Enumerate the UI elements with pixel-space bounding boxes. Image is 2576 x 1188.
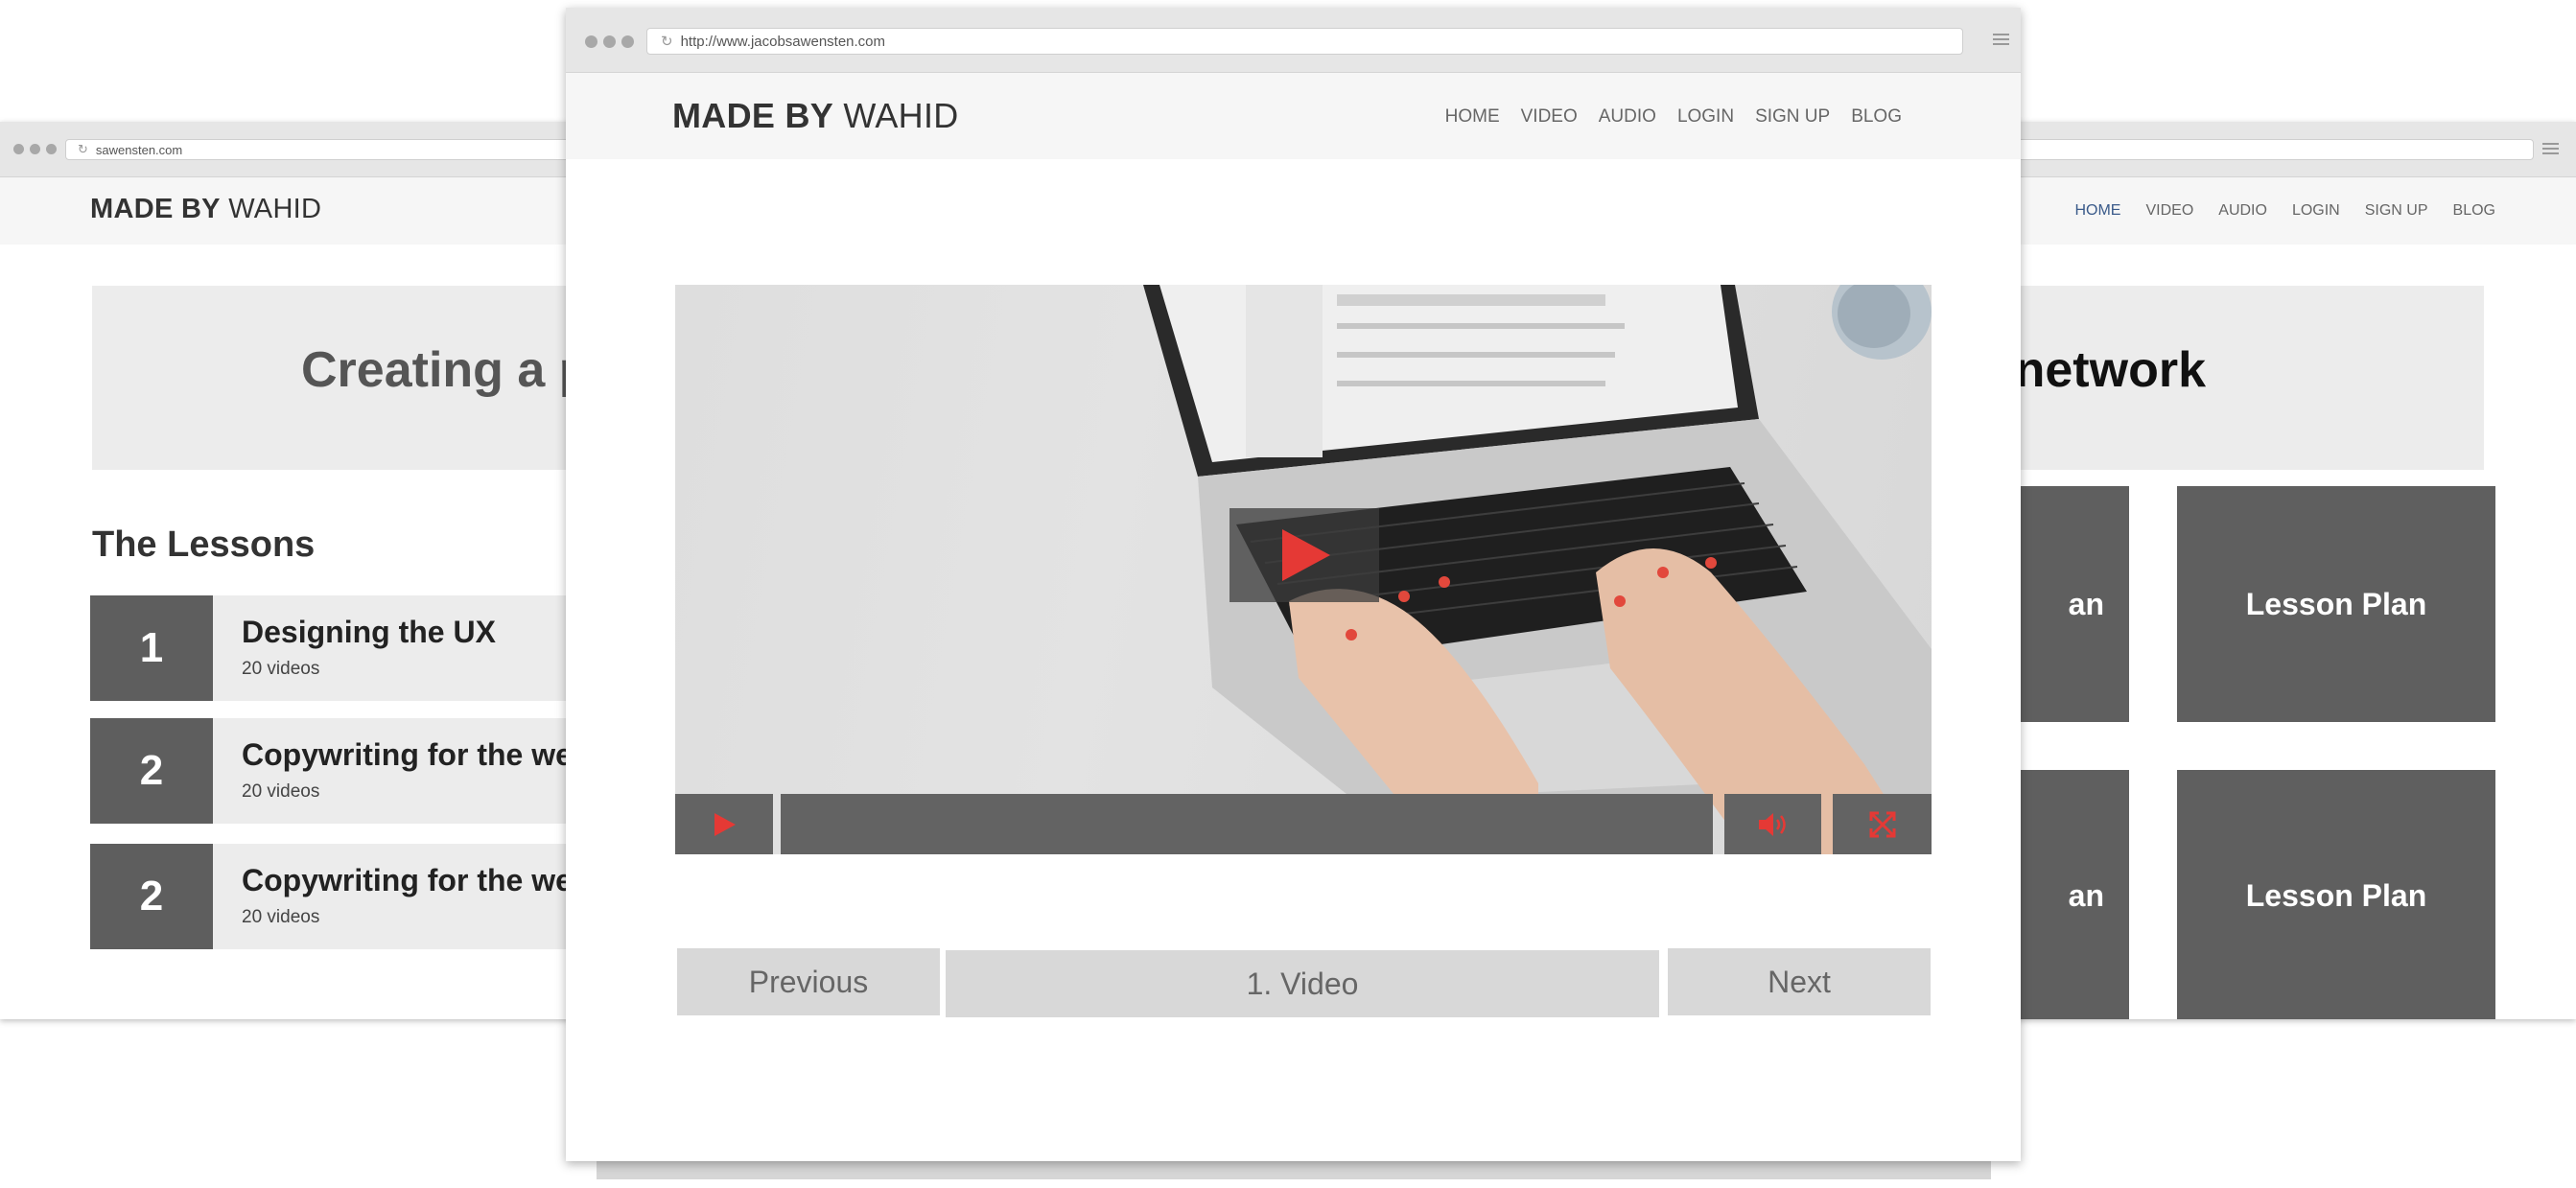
play-icon — [714, 812, 736, 836]
window-controls[interactable] — [585, 35, 634, 48]
nav-video[interactable]: VIDEO — [1521, 106, 1578, 128]
fullscreen-icon — [1869, 811, 1895, 837]
fullscreen-button[interactable] — [1833, 794, 1932, 854]
lessons-heading: The Lessons — [92, 524, 316, 565]
nav-video[interactable]: VIDEO — [2145, 202, 2193, 220]
nav-login[interactable]: LOGIN — [2292, 202, 2340, 220]
lesson-title: Copywriting for the we — [242, 737, 573, 772]
address-bar[interactable]: ↻ http://www.jacobsawensten.com — [646, 28, 1963, 55]
url-text: sawensten.com — [95, 142, 183, 157]
lesson-plan-label: an — [2068, 586, 2104, 621]
current-video-label: 1. Video — [946, 950, 1659, 1017]
lesson-title: Copywriting for the we — [242, 863, 573, 897]
reload-icon[interactable]: ↻ — [78, 142, 88, 157]
lesson-number: 1 — [90, 595, 213, 701]
nav-audio[interactable]: AUDIO — [2218, 202, 2267, 220]
play-button[interactable] — [675, 794, 773, 854]
main-nav: HOME VIDEO AUDIO LOGIN SIGN UP BLOG — [1445, 106, 1902, 128]
browser-menu-icon[interactable] — [2542, 143, 2559, 154]
lesson-plan-card[interactable]: Lesson Plan — [2177, 486, 2495, 722]
nav-home[interactable]: HOME — [2074, 202, 2120, 220]
nav-blog[interactable]: BLOG — [2453, 202, 2495, 220]
play-icon — [1282, 529, 1330, 581]
site-header: MADE BY WAHID HOME VIDEO AUDIO LOGIN SIG… — [566, 73, 2021, 159]
lesson-number: 2 — [90, 844, 213, 949]
site-logo[interactable]: MADE BY WAHID — [672, 96, 959, 136]
progress-bar[interactable] — [781, 794, 1713, 854]
lesson-item[interactable]: 2 Copywriting for the we 20 videos — [90, 844, 608, 949]
lesson-title: Designing the UX — [242, 615, 496, 649]
url-text: http://www.jacobsawensten.com — [680, 33, 886, 50]
foreground-browser-window: ↻ http://www.jacobsawensten.com MADE BY … — [566, 8, 2021, 1161]
video-player[interactable] — [675, 285, 1932, 854]
lesson-plan-card[interactable]: Lesson Plan — [2177, 770, 2495, 1019]
lesson-plan-label: Lesson Plan — [2245, 877, 2427, 913]
lesson-video-count: 20 videos — [242, 907, 320, 927]
browser-menu-icon[interactable] — [1993, 34, 2009, 45]
nav-login[interactable]: LOGIN — [1677, 106, 1734, 128]
lesson-number: 2 — [90, 718, 213, 824]
video-controls — [675, 794, 1932, 854]
lesson-item[interactable]: 1 Designing the UX 20 videos — [90, 595, 608, 701]
lesson-video-count: 20 videos — [242, 781, 320, 802]
next-button[interactable]: Next — [1668, 948, 1931, 1015]
lesson-video-count: 20 videos — [242, 659, 320, 679]
nav-signup[interactable]: SIGN UP — [2365, 202, 2428, 220]
nav-blog[interactable]: BLOG — [1851, 106, 1902, 128]
browser-chrome: ↻ http://www.jacobsawensten.com — [566, 8, 2021, 73]
lesson-plan-label: an — [2068, 877, 2104, 913]
lesson-item[interactable]: 2 Copywriting for the we 20 videos — [90, 718, 608, 824]
window-controls[interactable] — [13, 144, 57, 154]
nav-audio[interactable]: AUDIO — [1599, 106, 1656, 128]
volume-icon — [1758, 812, 1786, 836]
site-logo[interactable]: MADE BY WAHID — [90, 194, 321, 225]
main-nav: HOME VIDEO AUDIO LOGIN SIGN UP BLOG — [2074, 202, 2495, 220]
lesson-plan-label: Lesson Plan — [2245, 586, 2427, 621]
volume-button[interactable] — [1724, 794, 1821, 854]
previous-button[interactable]: Previous — [677, 948, 940, 1015]
hero-title-left: Creating a p — [301, 342, 590, 398]
nav-signup[interactable]: SIGN UP — [1755, 106, 1830, 128]
big-play-button[interactable] — [1229, 508, 1379, 602]
reload-icon[interactable]: ↻ — [661, 33, 673, 50]
nav-home[interactable]: HOME — [1445, 106, 1500, 128]
